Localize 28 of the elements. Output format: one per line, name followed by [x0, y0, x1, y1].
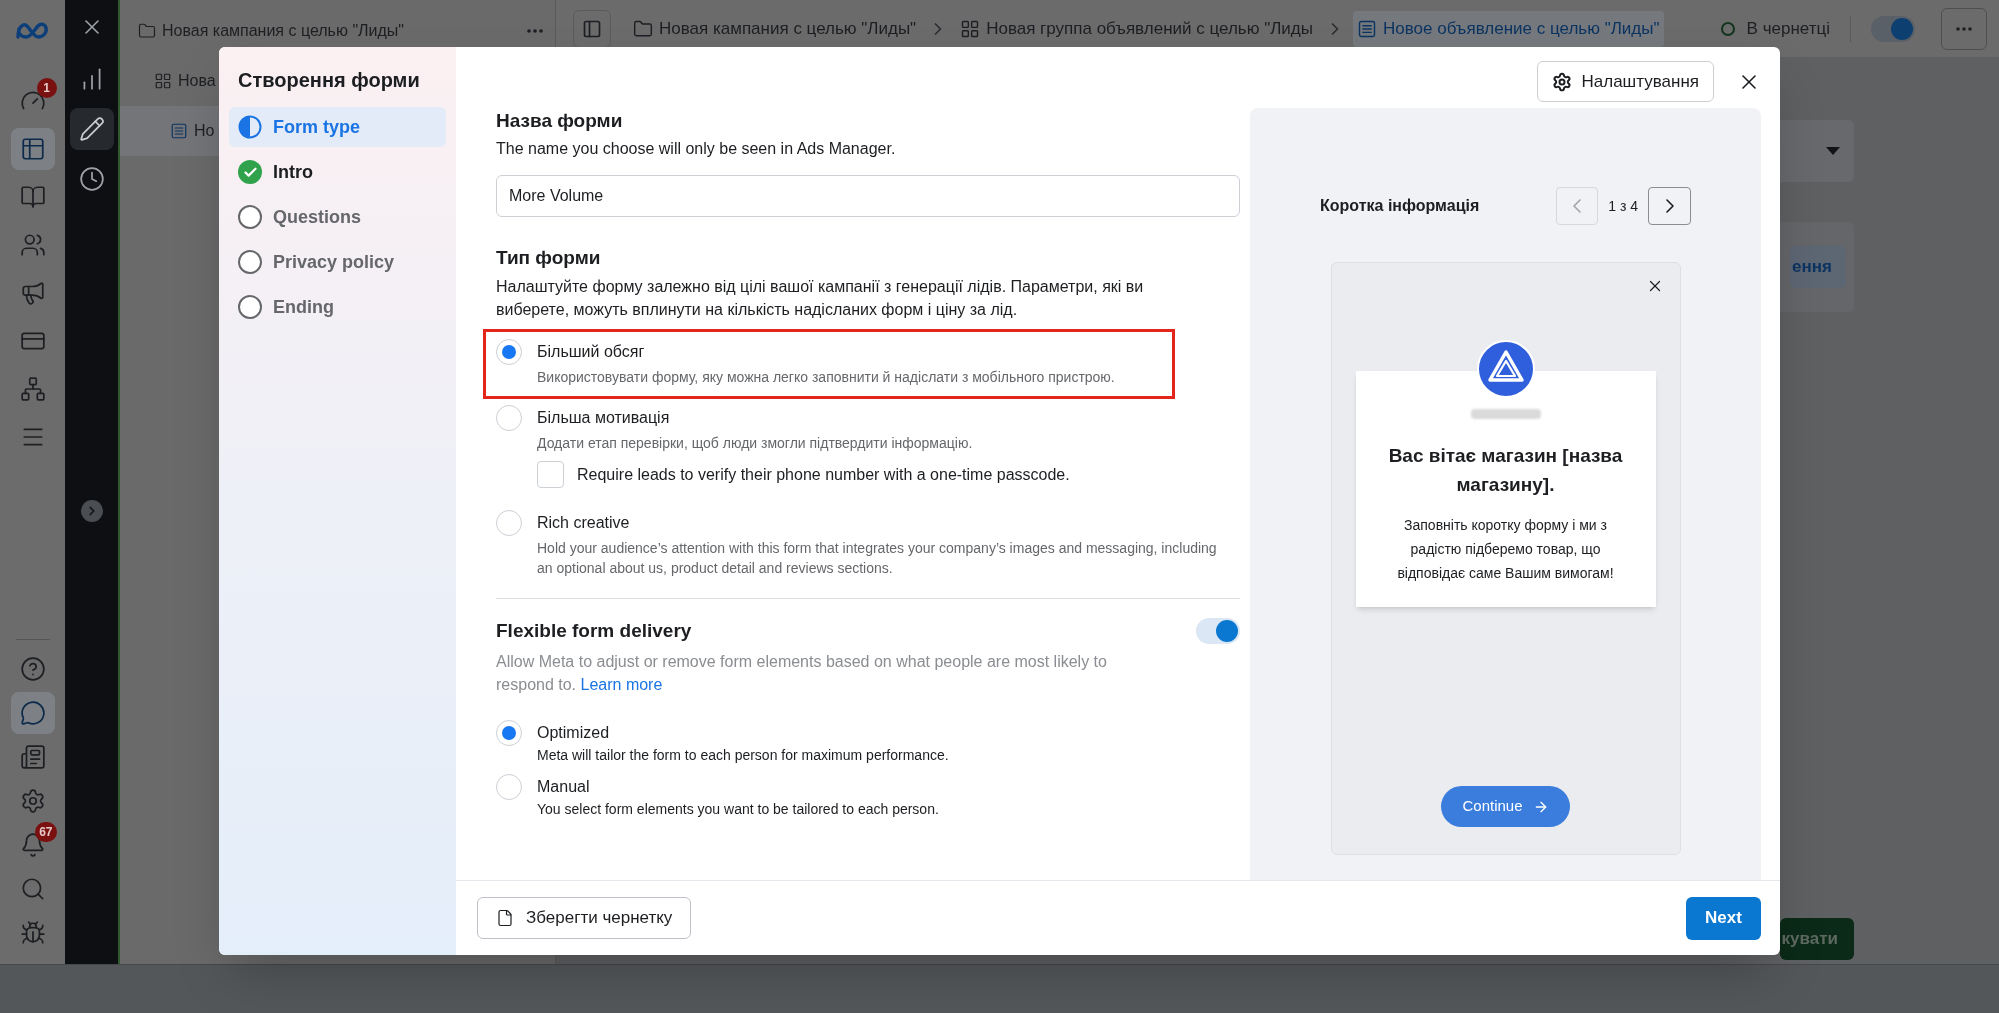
tree-label: Новая кампания с целью "Лиды" [162, 21, 405, 41]
page-indicator: 1 з 4 [1607, 196, 1639, 216]
tree-label: Но [194, 121, 215, 141]
tree-label: Нова [178, 71, 216, 91]
card-heading: Вас вітає магазин [назва магазину]. [1387, 444, 1624, 497]
section-heading: Назва форми [496, 109, 624, 133]
section-description: Налаштуйте форму залежно від цілі вашої кампанії з генерації лідів. Параметри, які ви виберете, можуть вплинути на кількість надісланих форм і ціну за лід. [496, 277, 1145, 320]
section-heading: Тип форми [496, 246, 602, 270]
option-description: Використовувати форму, яку можна легко заповнити й надіслати з мобільного пристрою. [537, 368, 1115, 387]
option-description: Meta will tailor the form to each person for maximum performance. [537, 745, 949, 764]
option-label: Manual [537, 776, 591, 797]
section-heading: Flexible form delivery [496, 619, 692, 643]
dialog-title: Створення форми [237, 68, 421, 93]
notification-badge: 1 [36, 78, 57, 98]
option-description: Hold your audience’s attention with this form that integrates your company’s images and messaging, including an optional about us, product detail and reviews sections. [537, 539, 1217, 578]
preview-title: Коротка інформація [1320, 196, 1480, 216]
option-label: Більший обсяг [537, 342, 646, 362]
option-label: Rich creative [537, 513, 631, 533]
section-description: Allow Meta to adjust or remove form elements based on what people are most likely to respond to. Learn more [496, 651, 1108, 695]
checkbox-label: Require leads to verify their phone number with a one-time passcode. [577, 464, 1070, 485]
option-description: Додати етап перевірки, щоб люди змогли підтвердити інформацію. [537, 434, 974, 453]
option-label: Optimized [537, 722, 611, 743]
option-description: You select form elements you want to be tailored to each person. [537, 799, 939, 818]
option-label: Більша мотивація [537, 408, 671, 428]
card-body: Заповніть коротку форму і ми з радістю підберемо товар, що відповідає саме Вашим вимогам! [1396, 516, 1615, 583]
hint-text: The name you choose will only be seen in Ads Manager. [496, 139, 897, 159]
status-label: В чернетці [1746, 17, 1830, 40]
notification-badge: 67 [35, 822, 57, 842]
